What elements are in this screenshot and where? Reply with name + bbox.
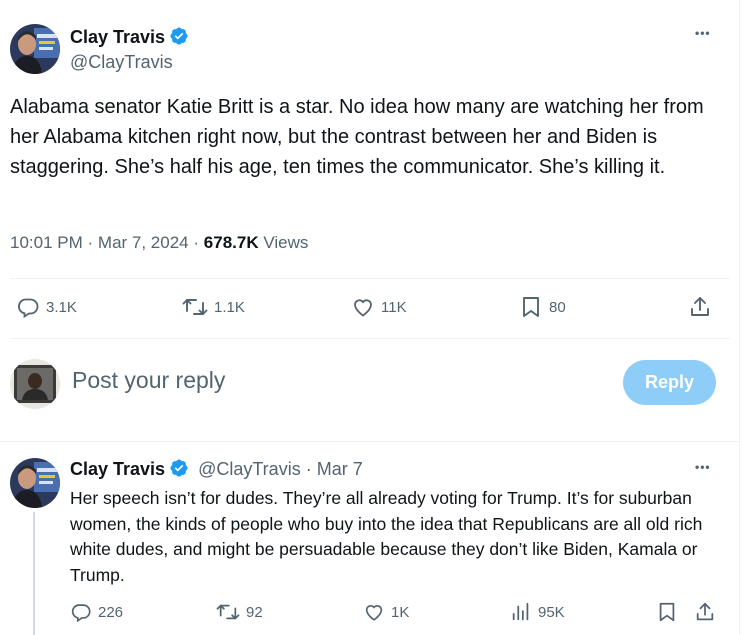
- reply-reply-button[interactable]: 226: [70, 601, 123, 623]
- views-label: Views: [263, 233, 309, 252]
- share-icon: [691, 297, 709, 316]
- like-icon: [354, 299, 372, 317]
- like-button[interactable]: 11K: [351, 295, 407, 319]
- like-count: 11K: [381, 298, 407, 316]
- tweet-text: Alabama senator Katie Britt is a star. N…: [10, 96, 704, 178]
- separator: ·: [193, 233, 200, 252]
- reply-text: Her speech isn’t for dudes. They’re all …: [70, 488, 703, 585]
- reply-input[interactable]: Post your reply: [72, 367, 225, 394]
- reply-submit-button[interactable]: Reply: [623, 360, 716, 405]
- author-handle[interactable]: @ClayTravis: [70, 52, 173, 73]
- author-name-text[interactable]: Clay Travis: [70, 27, 165, 47]
- bookmark-icon: [523, 297, 539, 317]
- verified-badge-icon: [169, 458, 189, 483]
- reply-date[interactable]: Mar 7: [317, 459, 363, 479]
- reply-header: Clay Travis @ClayTravis · Mar 7: [70, 458, 363, 483]
- views-icon: [512, 602, 529, 621]
- author-name[interactable]: Clay Travis: [70, 26, 189, 51]
- divider: [10, 278, 730, 279]
- reply-bookmark-button[interactable]: [656, 601, 678, 623]
- verified-badge-icon: [169, 26, 189, 51]
- bookmark-count: 80: [549, 298, 566, 316]
- reply-like-button[interactable]: 1K: [363, 601, 409, 623]
- reply-more-icon[interactable]: •••: [695, 460, 711, 474]
- reply-repost-button[interactable]: 92: [216, 601, 263, 623]
- reply-views-button[interactable]: 95K: [510, 601, 565, 623]
- more-icon[interactable]: •••: [695, 26, 711, 40]
- avatar[interactable]: [10, 24, 60, 74]
- reply-button[interactable]: 3.1K: [16, 295, 77, 319]
- views-count: 678.7K: [203, 233, 259, 252]
- divider: [10, 338, 730, 339]
- repost-button[interactable]: 1.1K: [182, 295, 245, 319]
- reply-like-count: 1K: [391, 603, 410, 621]
- reply-icon: [18, 298, 39, 319]
- repost-icon: [216, 604, 240, 620]
- tweet-time[interactable]: 10:01 PM: [10, 233, 83, 252]
- bookmark-icon: [659, 602, 675, 622]
- reply-icon: [71, 604, 91, 623]
- repost-count: 1.1K: [214, 298, 245, 316]
- bookmark-button[interactable]: 80: [519, 295, 566, 319]
- reply-author-handle[interactable]: @ClayTravis: [198, 459, 301, 479]
- like-icon: [365, 605, 383, 621]
- share-icon: [696, 602, 714, 621]
- thread-line: [33, 512, 35, 635]
- share-button[interactable]: [688, 295, 712, 319]
- tweet-date[interactable]: Mar 7, 2024: [98, 233, 189, 252]
- tweet-meta: 10:01 PM · Mar 7, 2024 · 678.7K Views: [10, 233, 308, 253]
- divider: [0, 441, 740, 442]
- reply-share-button[interactable]: [694, 601, 716, 623]
- separator: ·: [305, 459, 312, 479]
- repost-icon: [182, 299, 208, 315]
- reply-repost-count: 92: [246, 603, 263, 621]
- reply-count: 3.1K: [46, 298, 77, 316]
- column-border: [739, 0, 740, 635]
- reply-reply-count: 226: [98, 603, 124, 621]
- reply-author-name[interactable]: Clay Travis: [70, 459, 165, 479]
- reply-avatar[interactable]: [10, 458, 60, 508]
- user-avatar[interactable]: [10, 359, 60, 409]
- reply-views-count: 95K: [538, 603, 565, 621]
- separator: ·: [87, 233, 94, 252]
